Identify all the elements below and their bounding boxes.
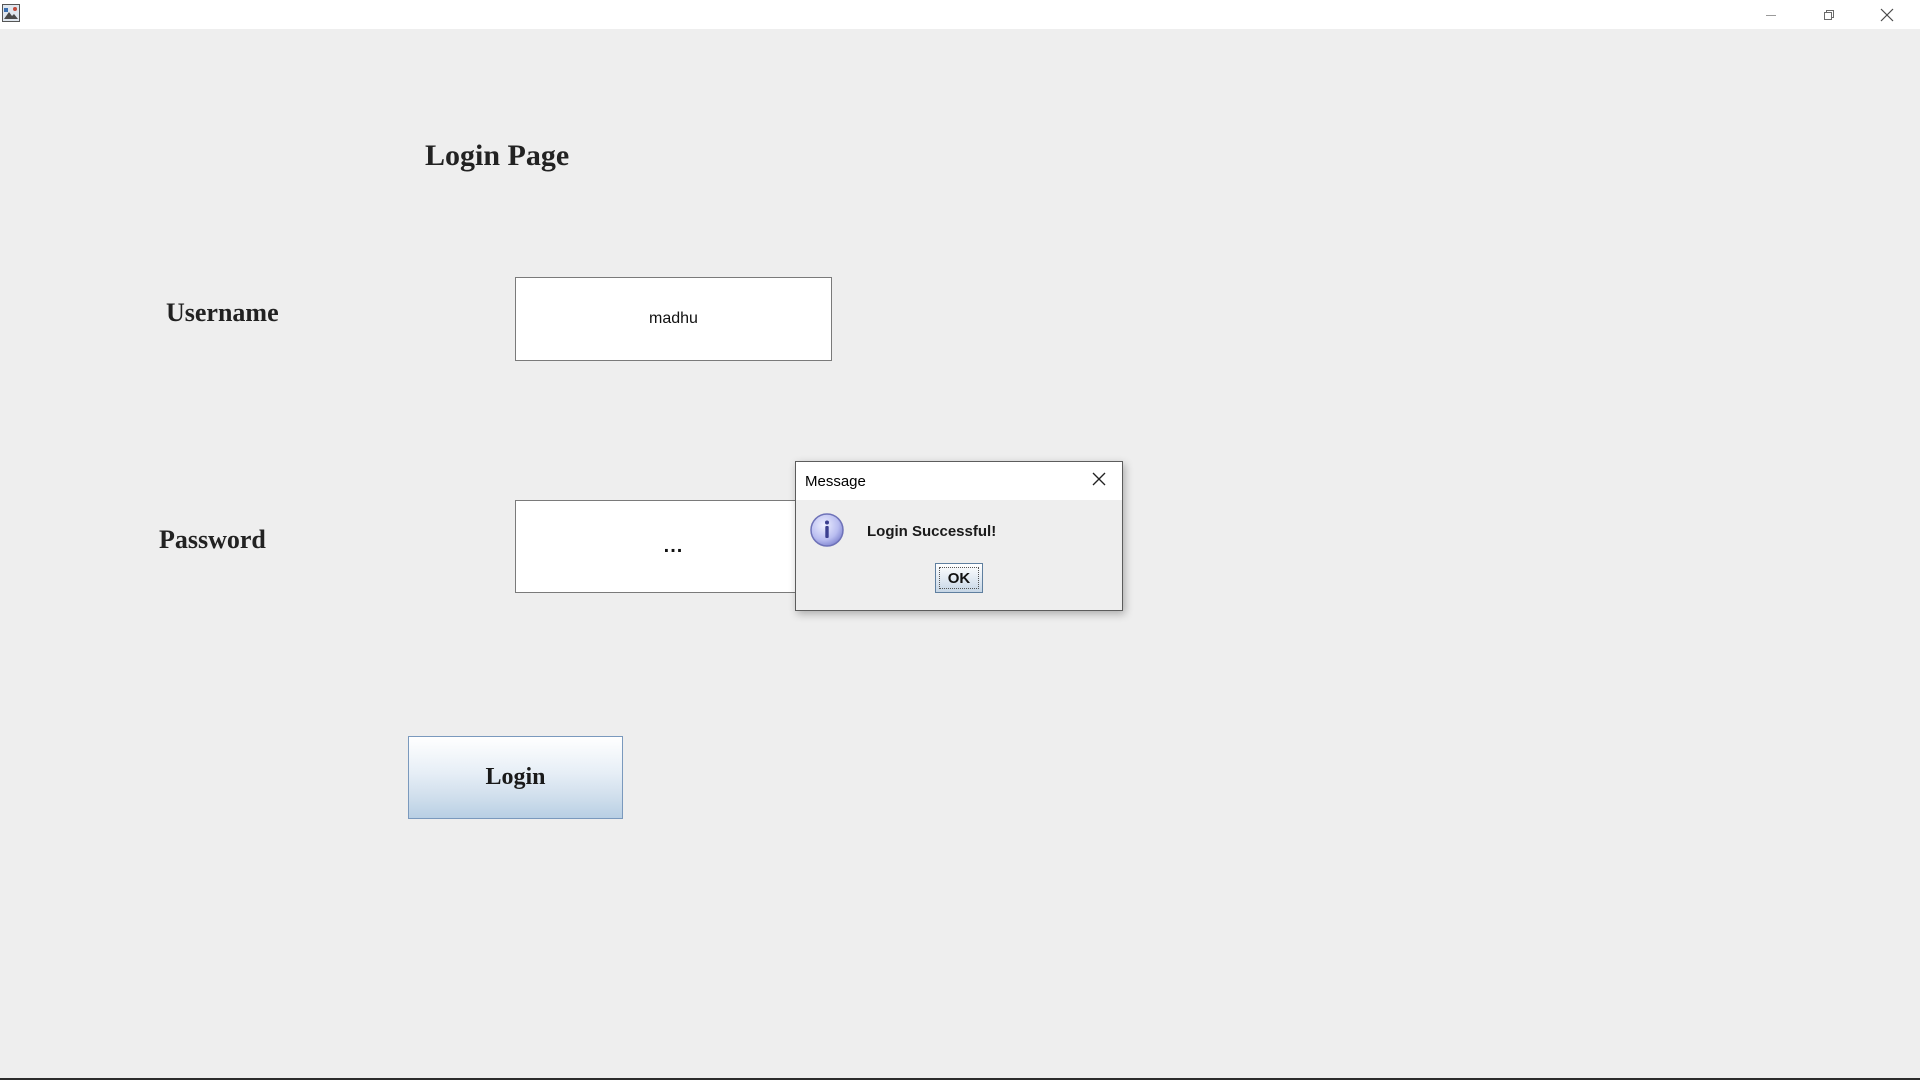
username-value: madhu (649, 310, 698, 327)
title-bar[interactable] (0, 0, 1920, 29)
minimize-button[interactable] (1742, 0, 1800, 29)
close-icon (1092, 472, 1106, 491)
username-label: Username (166, 298, 279, 327)
message-dialog: Message Login Successful! OK (795, 461, 1123, 611)
ok-button-label: OK (947, 569, 971, 587)
restore-button[interactable] (1800, 0, 1858, 29)
close-icon (1880, 8, 1894, 22)
dialog-title-bar[interactable]: Message (796, 462, 1122, 500)
dialog-message: Login Successful! (867, 523, 997, 540)
close-button[interactable] (1858, 0, 1916, 29)
login-button[interactable]: Login (408, 736, 623, 819)
restore-icon (1823, 9, 1835, 21)
ok-button[interactable]: OK (935, 563, 983, 593)
password-field[interactable]: ... (515, 500, 832, 593)
dialog-title: Message (805, 473, 866, 490)
username-field[interactable]: madhu (515, 277, 832, 361)
information-icon (809, 512, 845, 548)
minimize-icon (1765, 9, 1777, 21)
password-label: Password (159, 525, 266, 554)
password-value: ... (663, 535, 684, 557)
application-window: Login Page Username madhu Password ... L… (0, 0, 1920, 1080)
dialog-close-button[interactable] (1086, 468, 1112, 494)
page-title: Login Page (425, 139, 570, 172)
app-icon (2, 4, 20, 22)
